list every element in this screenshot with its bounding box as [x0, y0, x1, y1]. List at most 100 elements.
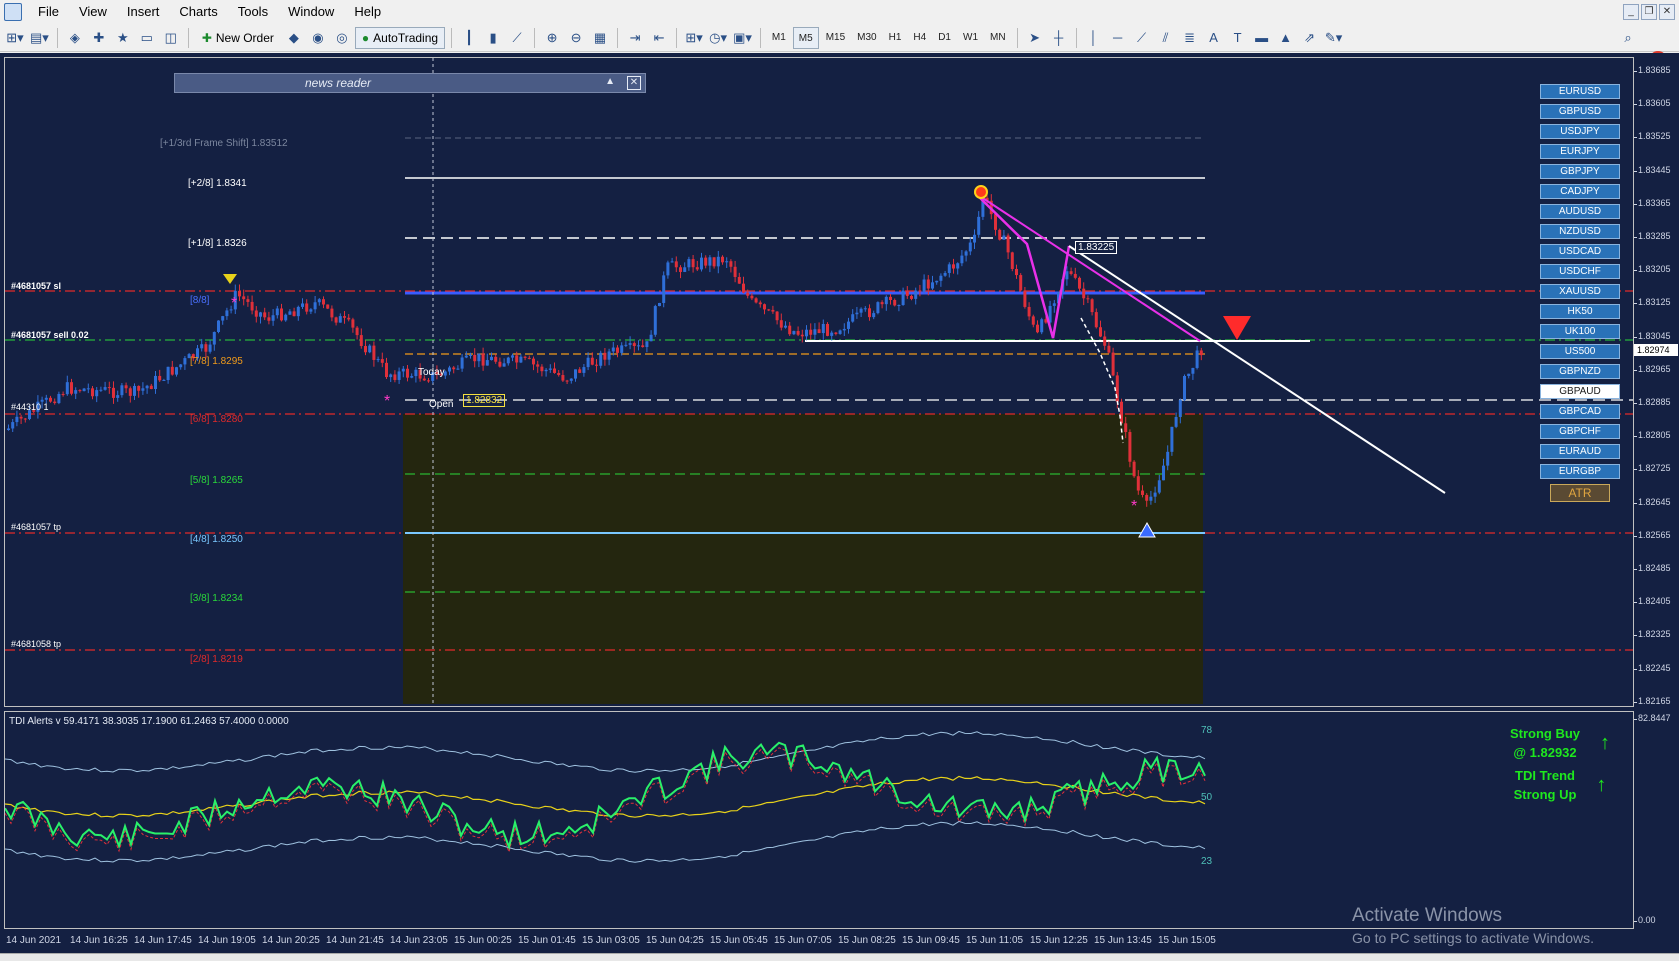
candle-body	[469, 354, 472, 356]
candle-body	[355, 327, 359, 336]
new-order-button[interactable]: ✚ New Order	[195, 27, 281, 49]
symbol-button-us500[interactable]: US500	[1540, 344, 1620, 359]
navigator-icon[interactable]: ★	[112, 27, 134, 49]
close-icon[interactable]: ✕	[1659, 4, 1675, 20]
metaeditor-icon[interactable]: ◆	[283, 27, 305, 49]
auto-scroll-icon[interactable]: ⇥	[624, 27, 646, 49]
crosshair-icon[interactable]: ┼	[1048, 27, 1070, 49]
candle-body	[868, 308, 871, 318]
menu-file[interactable]: File	[28, 0, 69, 24]
timeframe-h4[interactable]: H4	[908, 27, 931, 49]
channel-icon[interactable]: ⫽	[1155, 27, 1177, 49]
timeframe-w1[interactable]: W1	[958, 27, 983, 49]
indicators-icon[interactable]: ⊞▾	[683, 27, 705, 49]
templates-icon[interactable]: ▣▾	[731, 27, 754, 49]
bar-chart-icon[interactable]: ┃	[458, 27, 480, 49]
timeframe-mn[interactable]: MN	[985, 27, 1011, 49]
minimize-icon[interactable]: _	[1623, 4, 1639, 20]
symbol-button-euraud[interactable]: EURAUD	[1540, 444, 1620, 459]
text-label-icon[interactable]: T	[1227, 27, 1249, 49]
symbol-button-gbpnzd[interactable]: GBPNZD	[1540, 364, 1620, 379]
market-watch-icon[interactable]: ◈	[64, 27, 86, 49]
new-chart-icon[interactable]: ⊞▾	[4, 27, 26, 49]
menu-help[interactable]: Help	[344, 0, 391, 24]
news-reader-bar[interactable]: news reader ▲ ✕	[174, 73, 646, 93]
zoom-in-icon[interactable]: ⊕	[541, 27, 563, 49]
symbol-button-xauusd[interactable]: XAUUSD	[1540, 284, 1620, 299]
candle-body	[775, 311, 779, 321]
timeframe-m30[interactable]: M30	[852, 27, 881, 49]
symbol-button-eurjpy[interactable]: EURJPY	[1540, 144, 1620, 159]
time-tick: 14 Jun 17:45	[134, 935, 192, 946]
candle-body	[1099, 327, 1102, 337]
symbol-button-gbpchf[interactable]: GBPCHF	[1540, 424, 1620, 439]
candle-body	[679, 267, 682, 272]
horizontal-line-icon[interactable]: ─	[1107, 27, 1129, 49]
atr-button[interactable]: ATR	[1550, 484, 1610, 502]
symbol-button-audusd[interactable]: AUDUSD	[1540, 204, 1620, 219]
candle-body	[771, 309, 775, 312]
trendline-icon[interactable]: ⟋	[1131, 27, 1153, 49]
menu-charts[interactable]: Charts	[169, 0, 227, 24]
timeframe-m5[interactable]: M5	[792, 26, 819, 49]
timeframe-m1[interactable]: M1	[767, 27, 791, 49]
price-chart[interactable]: * * * [+1/3rd Frame Shift] 1.83512 [+2/8] …	[4, 57, 1634, 707]
symbol-button-usdjpy[interactable]: USDJPY	[1540, 124, 1620, 139]
timeframe-d1[interactable]: D1	[933, 27, 956, 49]
search-icon[interactable]: ⌕	[1617, 27, 1639, 49]
terminal-icon[interactable]: ▭	[136, 27, 158, 49]
candle-body	[1183, 375, 1186, 401]
more-tools-icon[interactable]: ✎▾	[1323, 27, 1345, 49]
autotrading-button[interactable]: ● AutoTrading	[354, 26, 446, 49]
candle-body	[401, 368, 405, 372]
candlestick-icon[interactable]: ▮	[482, 27, 504, 49]
candle-body	[565, 380, 569, 382]
symbol-button-eurgbp[interactable]: EURGBP	[1540, 464, 1620, 479]
symbol-button-cadjpy[interactable]: CADJPY	[1540, 184, 1620, 199]
tdi-indicator-panel[interactable]: TDI Alerts v 59.4171 38.3035 17.1900 61.…	[4, 711, 1634, 929]
close-icon[interactable]: ✕	[627, 76, 641, 90]
symbol-button-gbpaud[interactable]: GBPAUD	[1540, 384, 1620, 399]
strategy-tester-icon[interactable]: ◫	[160, 27, 182, 49]
line-chart-icon[interactable]: ⟋	[506, 27, 528, 49]
timeframe-h1[interactable]: H1	[884, 27, 907, 49]
candle-body	[649, 334, 653, 342]
fibonacci-icon[interactable]: ≣	[1179, 27, 1201, 49]
price-chart-canvas[interactable]: * * *	[5, 58, 1634, 707]
symbol-button-hk50[interactable]: HK50	[1540, 304, 1620, 319]
symbol-button-eurusd[interactable]: EURUSD	[1540, 84, 1620, 99]
periodicity-icon[interactable]: ◷▾	[707, 27, 729, 49]
vertical-line-icon[interactable]: │	[1083, 27, 1105, 49]
arrows-icon[interactable]: ⇗	[1299, 27, 1321, 49]
menu-view[interactable]: View	[69, 0, 117, 24]
price-axis[interactable]: 1.83685 1.83605 1.83525 1.83445 1.83365 1.832…	[1634, 57, 1679, 929]
menu-insert[interactable]: Insert	[117, 0, 170, 24]
menu-tools[interactable]: Tools	[228, 0, 278, 24]
chart-shift-icon[interactable]: ⇤	[648, 27, 670, 49]
candle-body	[590, 357, 594, 365]
symbol-button-nzdusd[interactable]: NZDUSD	[1540, 224, 1620, 239]
zoom-out-icon[interactable]: ⊖	[565, 27, 587, 49]
open-label: Open	[429, 399, 454, 410]
symbol-button-gbpusd[interactable]: GBPUSD	[1540, 104, 1620, 119]
symbol-button-gbpjpy[interactable]: GBPJPY	[1540, 164, 1620, 179]
news-reader-title: news reader	[305, 76, 372, 90]
cursor-icon[interactable]: ➤	[1024, 27, 1046, 49]
tdi-canvas[interactable]	[5, 712, 1634, 929]
triangle-icon[interactable]: ▲	[1275, 27, 1297, 49]
vps-icon[interactable]: ◎	[331, 27, 353, 49]
profiles-icon[interactable]: ▤▾	[28, 27, 51, 49]
signals-icon[interactable]: ◉	[307, 27, 329, 49]
symbol-button-gbpcad[interactable]: GBPCAD	[1540, 404, 1620, 419]
symbol-button-usdcad[interactable]: USDCAD	[1540, 244, 1620, 259]
rectangle-icon[interactable]: ▬	[1251, 27, 1273, 49]
timeframe-m15[interactable]: M15	[821, 27, 850, 49]
collapse-icon[interactable]: ▲	[605, 76, 615, 87]
symbol-button-uk100[interactable]: UK100	[1540, 324, 1620, 339]
data-window-icon[interactable]: ✚	[88, 27, 110, 49]
restore-icon[interactable]: ❐	[1641, 4, 1657, 20]
text-icon[interactable]: A	[1203, 27, 1225, 49]
symbol-button-usdchf[interactable]: USDCHF	[1540, 264, 1620, 279]
menu-window[interactable]: Window	[278, 0, 344, 24]
tile-windows-icon[interactable]: ▦	[589, 27, 611, 49]
